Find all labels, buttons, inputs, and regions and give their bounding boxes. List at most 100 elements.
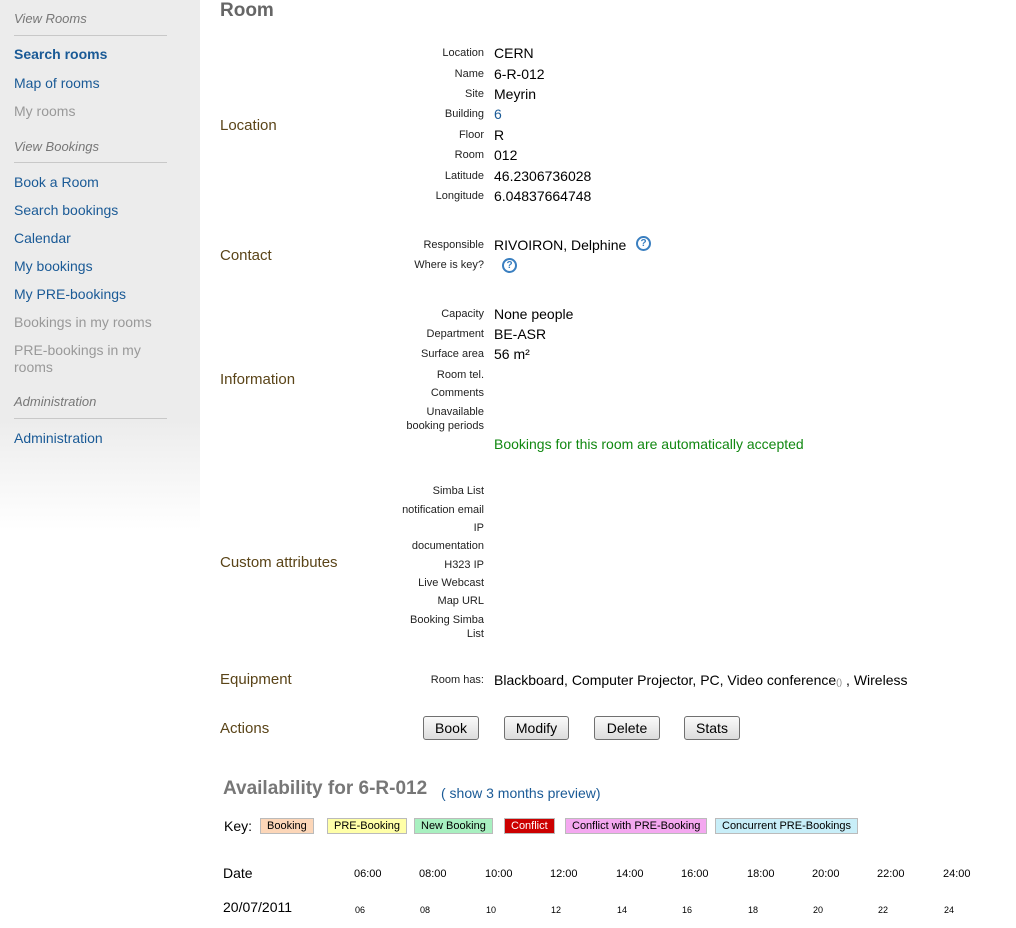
- equipment-list: Blackboard, Computer Projector, PC, Vide…: [494, 672, 908, 688]
- field-label-room-tel: Room tel.: [436, 369, 484, 381]
- field-label-room-has: Room has:: [430, 674, 484, 686]
- sidebar-item-my-pre-bookings[interactable]: My PRE-bookings: [14, 286, 184, 303]
- sidebar-item-administration[interactable]: Administration: [14, 430, 184, 447]
- field-label-latitude: Latitude: [444, 170, 484, 182]
- hour-label: 10:00: [485, 868, 513, 880]
- hour-tick: 22: [878, 905, 889, 915]
- availability-title: Availability for 6-R-012: [223, 778, 428, 799]
- field-label-capacity: Capacity: [441, 308, 484, 320]
- hour-tick: 08: [420, 905, 431, 915]
- hour-tick: 20: [813, 905, 824, 915]
- hour-label: 22:00: [877, 868, 905, 880]
- sidebar-item-my-bookings[interactable]: My bookings: [14, 258, 184, 275]
- section-label-information: Information: [220, 371, 296, 388]
- field-label-booking-periods: booking periods: [406, 420, 484, 432]
- sidebar-item-book-a-room[interactable]: Book a Room: [14, 174, 184, 191]
- sidebar-section-view-rooms: View Rooms: [14, 11, 87, 26]
- hour-label: 20:00: [812, 868, 840, 880]
- section-label-custom-attributes: Custom attributes: [220, 554, 338, 571]
- sidebar-section-administration: Administration: [14, 394, 97, 409]
- hour-tick: 18: [748, 905, 759, 915]
- hour-label: 06:00: [354, 868, 382, 880]
- hour-label: 14:00: [616, 868, 644, 880]
- key-concurrent-pre-bookings: Concurrent PRE-Bookings: [715, 818, 859, 834]
- field-label-booking-simba: Booking Simba: [410, 614, 484, 626]
- field-label-building: Building: [444, 108, 484, 120]
- page-title: Room: [220, 0, 274, 21]
- field-value-capacity: None people: [494, 306, 574, 322]
- sidebar-item-pre-bookings-in-my-rooms: PRE-bookings in my rooms: [14, 342, 141, 375]
- sidebar-item-calendar[interactable]: Calendar: [14, 230, 184, 247]
- hour-label: 24:00: [943, 868, 971, 880]
- section-label-location: Location: [220, 117, 277, 134]
- field-value-location: CERN: [494, 45, 534, 61]
- field-label-where-is-key: Where is key?: [414, 259, 484, 271]
- equipment-list-text: Blackboard, Computer Projector, PC, Vide…: [494, 672, 837, 688]
- show-3-months-preview-link[interactable]: ( show 3 months preview): [441, 785, 601, 801]
- hour-tick: 10: [486, 905, 497, 915]
- building-link[interactable]: 6: [494, 106, 502, 122]
- sidebar-divider: [14, 162, 167, 163]
- hour-tick: 24: [944, 905, 955, 915]
- modify-button[interactable]: Modify: [504, 716, 569, 740]
- field-value-site: Meyrin: [494, 86, 537, 102]
- key-conflict-with-pre-booking: Conflict with PRE-Booking: [565, 818, 708, 834]
- help-icon[interactable]: ?: [636, 236, 651, 251]
- row-date[interactable]: 20/07/2011: [223, 899, 292, 915]
- sidebar-item-search-bookings[interactable]: Search bookings: [14, 202, 184, 219]
- field-label-comments: Comments: [430, 387, 484, 399]
- field-label-department: Department: [426, 328, 484, 340]
- key-new-booking: New Booking: [414, 818, 493, 834]
- field-label-room: Room: [454, 149, 484, 161]
- field-label-longitude: Longitude: [435, 190, 484, 202]
- field-label-h323-ip: H323 IP: [444, 559, 484, 571]
- field-value-longitude: 6.04837664748: [494, 188, 592, 204]
- hour-tick: 16: [682, 905, 693, 915]
- sidebar-item-my-rooms: My rooms: [14, 103, 76, 119]
- field-label-ip: IP: [473, 522, 484, 534]
- hour-tick: 06: [355, 905, 366, 915]
- field-value-latitude: 46.2306736028: [494, 168, 592, 184]
- hour-label: 18:00: [747, 868, 775, 880]
- field-label-map-url: Map URL: [437, 595, 484, 607]
- key-label: Key:: [224, 818, 253, 834]
- field-label-surface-area: Surface area: [421, 348, 484, 360]
- hour-tick: 12: [551, 905, 562, 915]
- hour-label: 12:00: [550, 868, 578, 880]
- field-value-department: BE-ASR: [494, 326, 547, 342]
- help-icon[interactable]: ?: [502, 258, 517, 273]
- field-label-documentation: documentation: [411, 540, 484, 552]
- field-label-notification-email: notification email: [402, 504, 484, 516]
- sidebar-section-view-bookings: View Bookings: [14, 139, 100, 154]
- field-label-unavailable: Unavailable: [426, 406, 484, 418]
- field-value-room: 012: [494, 147, 518, 163]
- field-value-floor: R: [494, 127, 505, 143]
- sidebar-divider: [14, 418, 167, 419]
- field-label-booking-simba-list: List: [466, 628, 484, 640]
- field-label-location: Location: [442, 47, 484, 59]
- delete-button[interactable]: Delete: [594, 716, 660, 740]
- field-value-surface-area: 56 m²: [494, 346, 530, 362]
- book-button[interactable]: Book: [423, 716, 479, 740]
- key-booking: Booking: [260, 818, 314, 834]
- auto-accept-notice: Bookings for this room are automatically…: [494, 436, 804, 452]
- stats-button[interactable]: Stats: [684, 716, 740, 740]
- date-column-header: Date: [223, 865, 253, 881]
- field-label-responsible: Responsible: [423, 239, 484, 251]
- key-conflict: Conflict: [504, 818, 555, 834]
- hour-tick: 14: [617, 905, 628, 915]
- field-value-name: 6-R-012: [494, 66, 545, 82]
- field-label-floor: Floor: [458, 129, 484, 141]
- field-label-live-webcast: Live Webcast: [418, 577, 484, 589]
- sidebar-divider: [14, 35, 167, 36]
- key-pre-booking: PRE-Booking: [327, 818, 408, 834]
- sidebar-item-map-of-rooms[interactable]: Map of rooms: [14, 75, 184, 92]
- section-label-contact: Contact: [220, 247, 272, 264]
- sidebar-item-search-rooms[interactable]: Search rooms: [14, 46, 184, 63]
- field-label-simba-list: Simba List: [432, 485, 484, 497]
- field-value-responsible: RIVOIRON, Delphine: [494, 237, 627, 253]
- section-label-actions: Actions: [220, 720, 270, 737]
- equipment-list-tail: , Wireless: [842, 672, 908, 688]
- section-label-equipment: Equipment: [220, 671, 292, 688]
- hour-label: 08:00: [419, 868, 447, 880]
